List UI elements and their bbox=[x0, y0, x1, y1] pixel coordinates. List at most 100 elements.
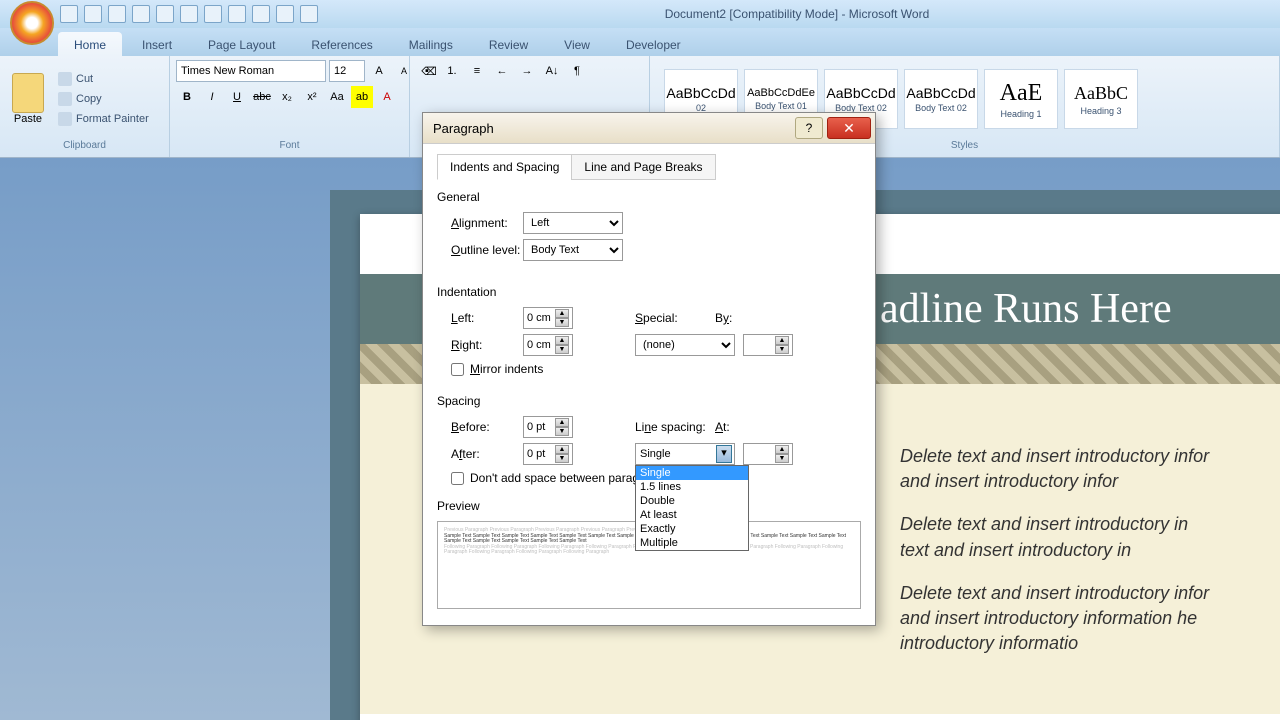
show-marks-button[interactable]: ¶ bbox=[566, 60, 588, 82]
font-color-button[interactable]: A bbox=[376, 86, 398, 108]
clipboard-group-label: Clipboard bbox=[6, 138, 163, 153]
spin-down-icon[interactable]: ▼ bbox=[555, 427, 569, 436]
tab-references[interactable]: References bbox=[295, 32, 388, 56]
spin-down-icon[interactable]: ▼ bbox=[775, 345, 789, 354]
before-spin[interactable]: 0 pt▲▼ bbox=[523, 416, 573, 438]
ribbon-tabs: Home Insert Page Layout References Maili… bbox=[0, 28, 1280, 56]
dialog-titlebar[interactable]: Paragraph ? ✕ bbox=[423, 113, 875, 143]
tab-view[interactable]: View bbox=[548, 32, 606, 56]
copy-button[interactable]: Copy bbox=[54, 90, 153, 108]
sort-button[interactable]: A↓ bbox=[541, 60, 563, 82]
tab-pagelayout[interactable]: Page Layout bbox=[192, 32, 291, 56]
tab-developer[interactable]: Developer bbox=[610, 32, 697, 56]
alignment-label: AAlignment:lignment: bbox=[437, 216, 523, 230]
font-name-input[interactable] bbox=[176, 60, 326, 82]
spin-down-icon[interactable]: ▼ bbox=[555, 454, 569, 463]
general-label: General bbox=[437, 190, 861, 204]
alignment-select[interactable]: Left bbox=[523, 212, 623, 234]
increase-indent-button[interactable]: → bbox=[516, 60, 538, 82]
linespacing-dropdown: Single 1.5 lines Double At least Exactly… bbox=[635, 465, 749, 551]
underline-button[interactable]: U bbox=[226, 86, 248, 108]
tab-indents-spacing[interactable]: Indents and Spacing bbox=[437, 154, 572, 180]
spin-up-icon[interactable]: ▲ bbox=[775, 336, 789, 345]
after-label: After: bbox=[437, 447, 523, 461]
multilevel-list-button[interactable]: ≡ bbox=[466, 60, 488, 82]
format-painter-button[interactable]: Format Painter bbox=[54, 110, 153, 128]
tab-insert[interactable]: Insert bbox=[126, 32, 188, 56]
tab-line-page-breaks[interactable]: Line and Page Breaks bbox=[571, 154, 715, 180]
brush-icon bbox=[58, 112, 72, 126]
ls-option-exactly[interactable]: Exactly bbox=[636, 522, 748, 536]
paste-button[interactable]: Paste bbox=[6, 64, 50, 134]
special-select[interactable]: (none) bbox=[635, 334, 735, 356]
help-button[interactable]: ? bbox=[795, 117, 823, 139]
after-spin[interactable]: 0 pt▲▼ bbox=[523, 443, 573, 465]
linespacing-label: Line spacing: bbox=[635, 420, 715, 434]
qat-icon[interactable] bbox=[300, 5, 318, 23]
doc-paragraph[interactable]: Delete text and insert introductory info… bbox=[900, 581, 1280, 657]
change-case-button[interactable]: Aa bbox=[326, 86, 348, 108]
spin-down-icon[interactable]: ▼ bbox=[555, 318, 569, 327]
style-item[interactable]: AaBbCcDdBody Text 02 bbox=[904, 69, 978, 129]
spacing-label: Spacing bbox=[437, 394, 861, 408]
quick-access-toolbar bbox=[60, 5, 318, 23]
decrease-indent-button[interactable]: ← bbox=[491, 60, 513, 82]
highlight-button[interactable]: ab bbox=[351, 86, 373, 108]
outline-label: Outline level: bbox=[437, 243, 523, 257]
copy-icon bbox=[58, 92, 72, 106]
bold-button[interactable]: B bbox=[176, 86, 198, 108]
doc-paragraph[interactable]: Delete text and insert introductory info… bbox=[900, 444, 1280, 494]
window-title: Document2 [Compatibility Mode] - Microso… bbox=[318, 7, 1276, 21]
spin-up-icon[interactable]: ▲ bbox=[555, 418, 569, 427]
number-list-button[interactable]: 1. bbox=[441, 60, 463, 82]
qat-icon[interactable] bbox=[204, 5, 222, 23]
subscript-button[interactable]: x₂ bbox=[276, 86, 298, 108]
doc-paragraph[interactable]: Delete text and insert introductory inte… bbox=[900, 512, 1280, 562]
strike-button[interactable]: abc bbox=[251, 86, 273, 108]
bullet-list-button[interactable]: ▪ bbox=[416, 60, 438, 82]
spin-up-icon[interactable]: ▲ bbox=[555, 336, 569, 345]
preview-icon[interactable] bbox=[156, 5, 174, 23]
by-spin[interactable]: ▲▼ bbox=[743, 334, 793, 356]
qat-icon[interactable] bbox=[276, 5, 294, 23]
at-spin[interactable]: ▲▼ bbox=[743, 443, 793, 465]
left-indent-spin[interactable]: 0 cm▲▼ bbox=[523, 307, 573, 329]
cut-button[interactable]: Cut bbox=[54, 70, 153, 88]
redo-icon[interactable] bbox=[108, 5, 126, 23]
office-button[interactable] bbox=[10, 1, 54, 45]
spellcheck-icon[interactable] bbox=[228, 5, 246, 23]
save-icon[interactable] bbox=[60, 5, 78, 23]
style-item[interactable]: AaEHeading 1 bbox=[984, 69, 1058, 129]
spin-up-icon[interactable]: ▲ bbox=[555, 445, 569, 454]
before-label: Before: bbox=[437, 420, 523, 434]
spin-down-icon[interactable]: ▼ bbox=[775, 454, 789, 463]
italic-button[interactable]: I bbox=[201, 86, 223, 108]
tab-mailings[interactable]: Mailings bbox=[393, 32, 469, 56]
spin-up-icon[interactable]: ▲ bbox=[555, 309, 569, 318]
qat-icon[interactable] bbox=[252, 5, 270, 23]
close-button[interactable]: ✕ bbox=[827, 117, 871, 139]
grow-font-button[interactable]: A bbox=[368, 60, 390, 82]
ls-option-atleast[interactable]: At least bbox=[636, 508, 748, 522]
superscript-button[interactable]: x² bbox=[301, 86, 323, 108]
left-indent-label: Left: bbox=[437, 311, 523, 325]
ls-option-single[interactable]: Single bbox=[636, 466, 748, 480]
print-icon[interactable] bbox=[132, 5, 150, 23]
tab-review[interactable]: Review bbox=[473, 32, 544, 56]
spin-up-icon[interactable]: ▲ bbox=[775, 445, 789, 454]
mirror-indents-checkbox[interactable]: Mirror indents bbox=[451, 362, 847, 376]
right-indent-spin[interactable]: 0 cm▲▼ bbox=[523, 334, 573, 356]
ls-option-double[interactable]: Double bbox=[636, 494, 748, 508]
ls-option-multiple[interactable]: Multiple bbox=[636, 536, 748, 550]
ls-option-1-5[interactable]: 1.5 lines bbox=[636, 480, 748, 494]
tab-home[interactable]: Home bbox=[58, 32, 122, 56]
spin-down-icon[interactable]: ▼ bbox=[555, 345, 569, 354]
outline-select[interactable]: Body Text bbox=[523, 239, 623, 261]
style-item[interactable]: AaBbCHeading 3 bbox=[1064, 69, 1138, 129]
font-size-input[interactable] bbox=[329, 60, 365, 82]
right-indent-label: Right: bbox=[437, 338, 523, 352]
undo-icon[interactable] bbox=[84, 5, 102, 23]
qat-icon[interactable] bbox=[180, 5, 198, 23]
linespacing-select[interactable]: Single ▾ Single 1.5 lines Double At leas… bbox=[635, 443, 735, 465]
dialog-title: Paragraph bbox=[433, 121, 494, 136]
